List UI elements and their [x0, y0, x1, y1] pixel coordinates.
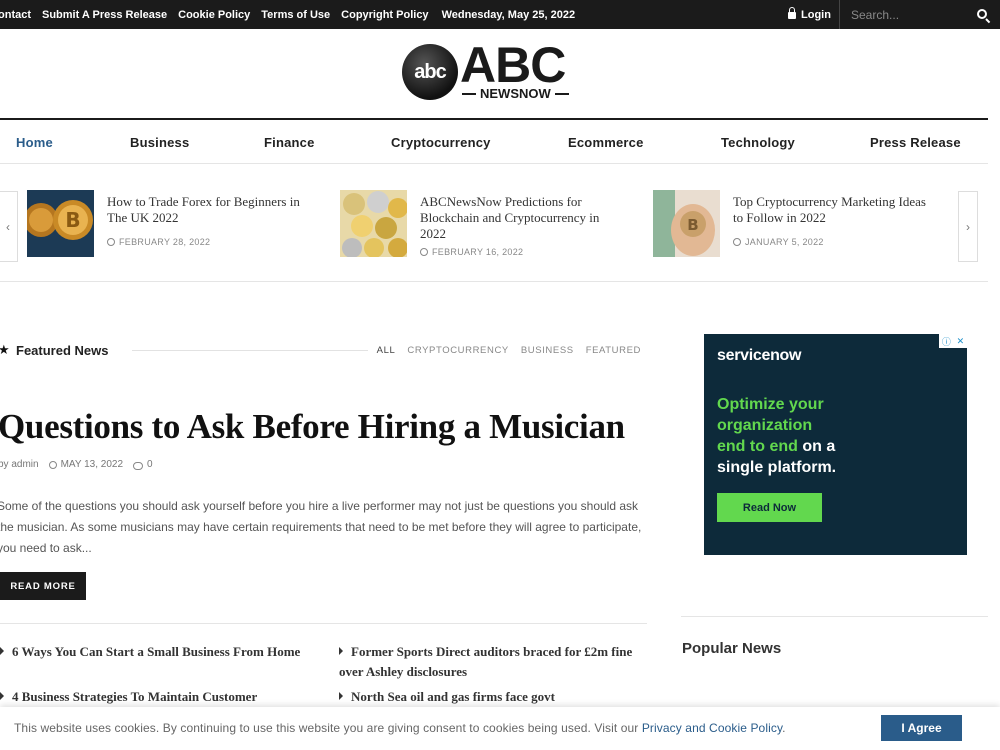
logo-subtitle: NEWSNOW	[458, 86, 573, 101]
related-article[interactable]: Former Sports Direct auditors braced for…	[339, 642, 639, 682]
carousel-item-date: FEBRUARY 28, 2022	[107, 237, 210, 247]
ad-line: Optimize your	[717, 396, 824, 413]
bullet-triangle-icon	[339, 692, 343, 700]
logo-sub-text: NEWSNOW	[480, 86, 551, 101]
svg-text:B: B	[65, 208, 80, 232]
carousel-item-date: JANUARY 5, 2022	[733, 237, 824, 247]
article-excerpt: Some of the questions you should ask you…	[0, 499, 642, 555]
carousel-item-date: FEBRUARY 16, 2022	[420, 247, 523, 257]
filter-featured[interactable]: FEATURED	[586, 345, 641, 356]
article-date: MAY 13, 2022	[60, 459, 124, 470]
svg-text:B: B	[687, 216, 698, 234]
sidebar-ad[interactable]: ⓘ ✕ servicenow Optimize your organization…	[704, 334, 967, 555]
related-article[interactable]: 4 Business Strategies To Maintain Custom…	[0, 687, 310, 707]
carousel-next-button[interactable]: ›	[958, 191, 978, 262]
clock-icon	[420, 248, 428, 256]
sidebar-divider	[681, 616, 988, 617]
read-more-button[interactable]: READ MORE	[0, 572, 86, 600]
nav-technology[interactable]: Technology	[721, 135, 795, 150]
cookie-message: This website uses cookies. By continuing…	[14, 721, 786, 735]
ad-line: on a	[797, 438, 836, 455]
featured-news-label: Featured News	[16, 343, 109, 358]
carousel-date-text: FEBRUARY 28, 2022	[119, 237, 211, 247]
cookie-policy-link[interactable]: Cookie Policy	[178, 9, 250, 21]
section-divider	[0, 623, 647, 624]
category-filters: ALL CRYPTOCURRENCY BUSINESS FEATURED	[377, 345, 641, 356]
login-link[interactable]: Login	[788, 0, 831, 29]
related-article[interactable]: North Sea oil and gas firms face govt	[339, 687, 639, 707]
nav-ecommerce[interactable]: Ecommerce	[568, 135, 644, 150]
header-divider	[132, 350, 368, 351]
cookie-text-end: .	[782, 721, 786, 735]
nav-home[interactable]: Home	[16, 135, 53, 150]
crypto-hand-thumbnail: B	[653, 190, 720, 257]
nav-cryptocurrency[interactable]: Cryptocurrency	[391, 135, 491, 150]
ad-copy: Optimize your organization end to end on…	[717, 394, 836, 478]
ad-close-icon: ✕	[956, 335, 965, 346]
privacy-policy-link[interactable]: Privacy and Cookie Policy	[642, 721, 782, 735]
clock-icon	[48, 460, 57, 469]
bullet-triangle-icon	[339, 647, 343, 655]
ad-choices-badge[interactable]: ⓘ ✕	[939, 334, 967, 348]
clock-icon	[733, 238, 741, 246]
ad-info-icon: ⓘ	[941, 336, 951, 347]
logo-bar-right	[554, 92, 569, 95]
clock-icon	[107, 238, 115, 246]
cookie-text: This website uses cookies. By continuing…	[14, 721, 642, 735]
agree-button[interactable]: I Agree	[881, 715, 962, 741]
top-bar: ontact Submit A Press Release Cookie Pol…	[0, 0, 1000, 29]
featured-news-header: ★ Featured News ALL CRYPTOCURRENCY BUSIN…	[0, 342, 641, 358]
related-article-title[interactable]: 4 Business Strategies To Maintain Custom…	[12, 689, 257, 704]
bullet-triangle-icon	[0, 692, 4, 700]
comment-icon	[133, 461, 144, 470]
ad-read-now-button[interactable]: Read Now	[717, 493, 822, 522]
filter-cryptocurrency[interactable]: CRYPTOCURRENCY	[407, 345, 508, 356]
carousel-date-text: JANUARY 5, 2022	[745, 237, 824, 247]
nav-finance[interactable]: Finance	[264, 135, 315, 150]
carousel-item-title[interactable]: ABCNewsNow Predictions for Blockchain an…	[420, 194, 620, 242]
ad-line: organization	[717, 417, 813, 434]
news-carousel: ‹ B How to Trade Forex for Beginners in …	[0, 164, 988, 282]
crypto-coins-thumbnail	[340, 190, 407, 257]
search-input[interactable]	[840, 7, 970, 22]
bullet-triangle-icon	[0, 647, 4, 655]
cookie-banner: This website uses cookies. By continuing…	[0, 707, 1000, 750]
related-article-title[interactable]: 6 Ways You Can Start a Small Business Fr…	[12, 644, 300, 659]
article-author[interactable]: by admin	[0, 459, 39, 470]
carousel-prev-button[interactable]: ‹	[0, 191, 18, 262]
lock-icon	[788, 7, 796, 19]
logo-bar-left	[462, 92, 476, 95]
star-icon: ★	[0, 342, 10, 357]
carousel-item-title[interactable]: Top Cryptocurrency Marketing Ideas to Fo…	[733, 194, 933, 226]
contact-link[interactable]: ontact	[0, 9, 31, 21]
ad-line: single platform.	[717, 459, 837, 476]
comment-count[interactable]: 0	[147, 459, 153, 470]
filter-all[interactable]: ALL	[377, 345, 396, 356]
filter-business[interactable]: BUSINESS	[521, 345, 574, 356]
login-label: Login	[801, 8, 831, 21]
related-article[interactable]: 6 Ways You Can Start a Small Business Fr…	[0, 642, 310, 662]
copyright-policy-link[interactable]: Copyright Policy	[341, 9, 428, 21]
ad-line: end to end	[717, 438, 798, 455]
bitcoin-coins-thumbnail: B	[27, 190, 94, 257]
article-meta: by admin MAY 13, 2022 0	[0, 459, 153, 470]
logo-circle: abc	[402, 44, 458, 100]
main-nav: Home Business Finance Cryptocurrency Eco…	[0, 118, 988, 164]
search-icon[interactable]	[977, 9, 987, 19]
related-article-title[interactable]: Former Sports Direct auditors braced for…	[339, 644, 632, 679]
carousel-item-title[interactable]: How to Trade Forex for Beginners in The …	[107, 194, 307, 226]
ad-brand: servicenow	[717, 347, 802, 364]
nav-press-release[interactable]: Press Release	[870, 135, 961, 150]
nav-business[interactable]: Business	[130, 135, 189, 150]
article-headline[interactable]: Questions to Ask Before Hiring a Musicia…	[0, 407, 625, 447]
terms-of-use-link[interactable]: Terms of Use	[261, 9, 330, 21]
search-box	[839, 0, 1000, 29]
carousel-date-text: FEBRUARY 16, 2022	[432, 247, 524, 257]
top-links: ontact Submit A Press Release Cookie Pol…	[0, 0, 575, 29]
popular-news-heading: Popular News	[682, 640, 782, 657]
current-date: Wednesday, May 25, 2022	[441, 8, 576, 21]
site-logo[interactable]: abc ABC NEWSNOW	[402, 37, 578, 104]
submit-press-release-link[interactable]: Submit A Press Release	[42, 9, 167, 21]
related-article-title[interactable]: North Sea oil and gas firms face govt	[351, 689, 555, 704]
